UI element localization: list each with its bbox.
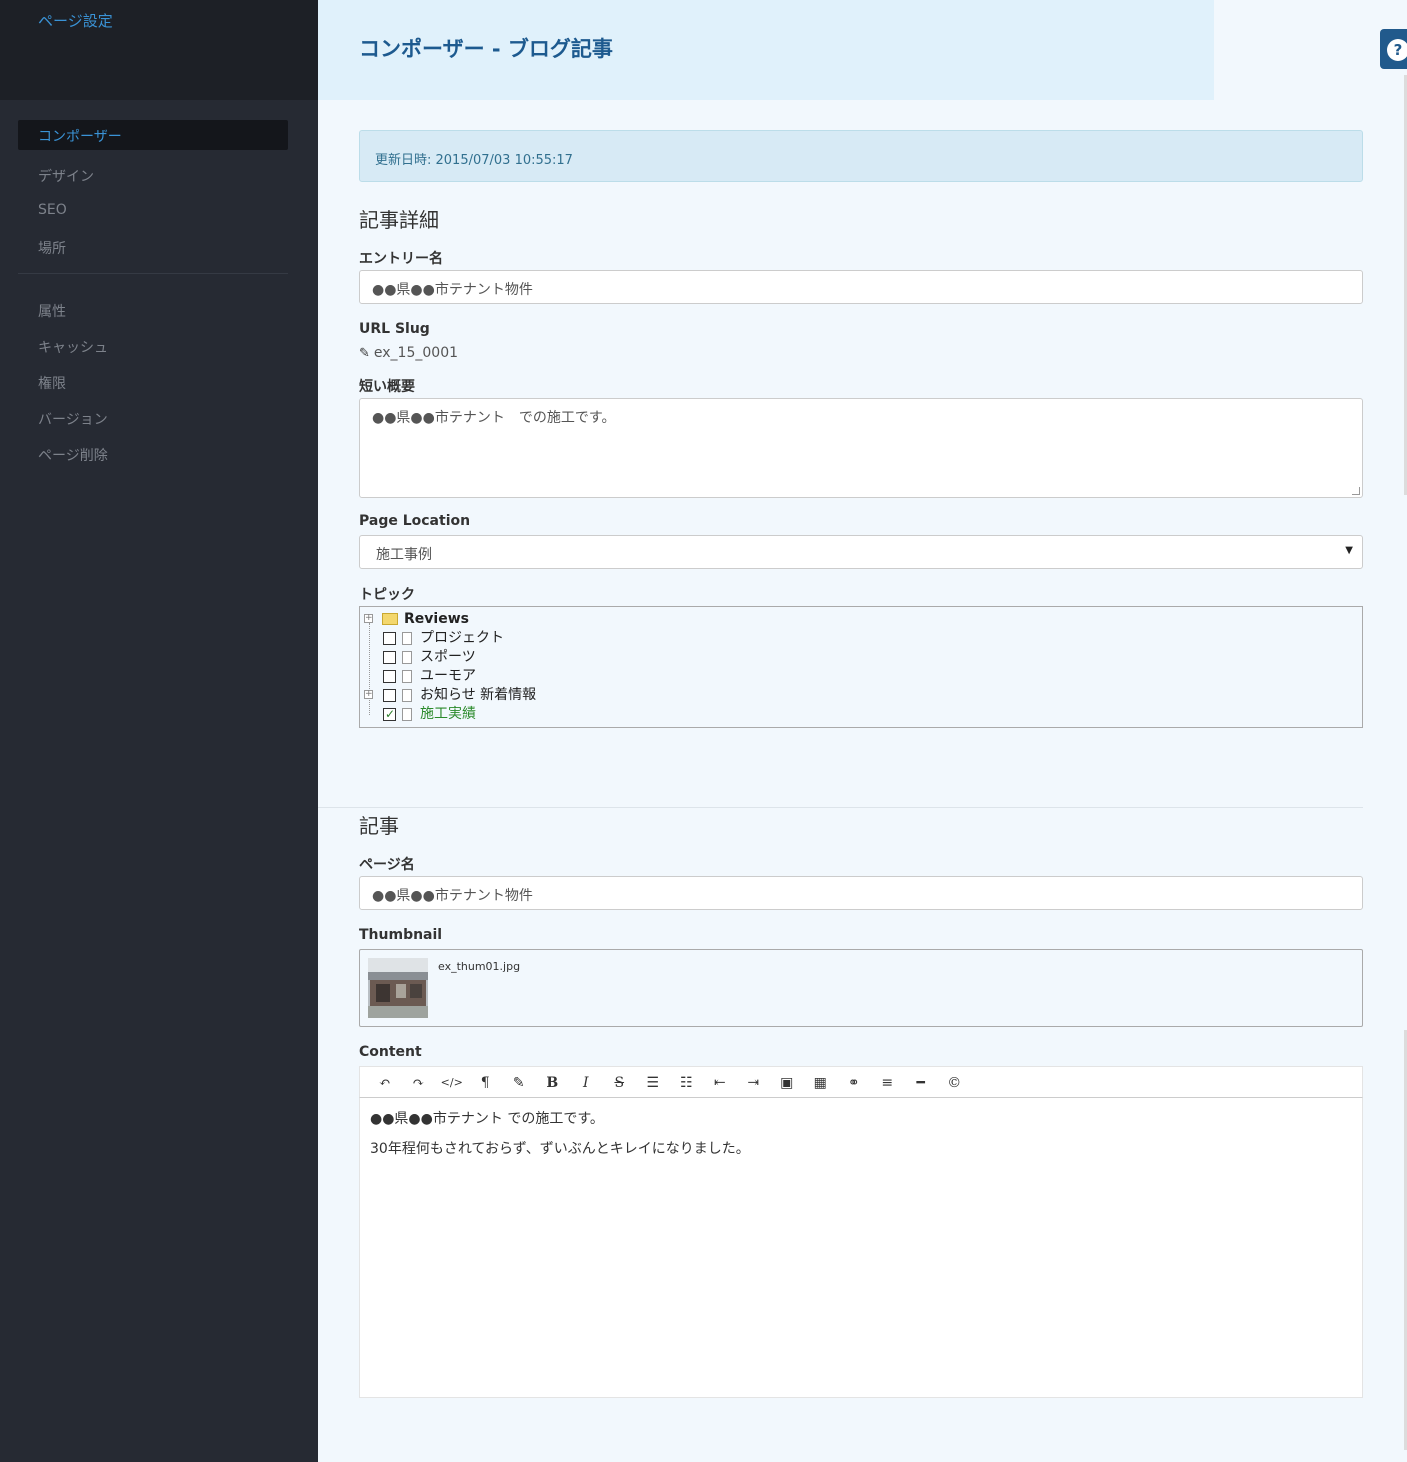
thumbnail-picker[interactable]: ex_thum01.jpg [359, 949, 1363, 1027]
help-icon: ? [1387, 39, 1407, 61]
copyright-icon[interactable]: © [938, 1073, 972, 1093]
url-slug-label: URL Slug [359, 321, 430, 337]
sidebar-item-seo[interactable]: SEO [18, 196, 288, 226]
indent-icon[interactable]: ⇥ [737, 1073, 771, 1093]
topic-item[interactable]: ユーモア [383, 667, 476, 685]
table-icon[interactable]: ▦ [804, 1073, 838, 1093]
editor-toolbar: ↶ ↷ </> ¶ ✎ B I S ☰ ☷ ⇤ ⇥ ▣ ▦ ⚭ ≡ ━ © [359, 1066, 1363, 1098]
document-icon [402, 631, 412, 645]
entry-name-label: エントリー名 [359, 251, 443, 267]
topic-item[interactable]: スポーツ [383, 648, 476, 666]
topic-checkbox[interactable] [383, 688, 396, 702]
redo-icon[interactable]: ↷ [402, 1073, 436, 1093]
thumbnail-filename: ex_thum01.jpg [438, 960, 521, 973]
content-paragraph: ●●県●●市テナント での施工です。 [370, 1111, 604, 1127]
topic-item[interactable]: 施工実績 [383, 705, 476, 723]
topic-tree: + Reviews プロジェクト スポーツ ユーモア + お知らせ 新着情報 施… [359, 606, 1363, 728]
sidebar-item-permissions[interactable]: 権限 [18, 367, 288, 397]
sidebar-item-versions[interactable]: バージョン [18, 403, 288, 433]
bold-icon[interactable]: B [536, 1073, 570, 1093]
topic-label: 施工実績 [420, 706, 476, 722]
page-name-input[interactable]: ●●県●●市テナント物件 [359, 876, 1363, 910]
help-button[interactable]: ? [1380, 29, 1407, 69]
expand-icon[interactable]: + [364, 614, 373, 623]
sidebar-divider [18, 273, 288, 274]
topic-checkbox[interactable] [383, 705, 396, 723]
tree-connector [369, 623, 370, 715]
topic-label: お知らせ 新着情報 [420, 687, 537, 703]
page-location-label: Page Location [359, 513, 471, 529]
sidebar-nav: コンポーザー デザイン SEO 場所 属性 キャッシュ 権限 バージョン ページ… [0, 100, 318, 469]
sidebar-title: ページ設定 [38, 12, 113, 30]
thumbnail-image [368, 958, 428, 1018]
topic-checkbox[interactable] [383, 631, 396, 645]
page-location-value: 施工事例 [376, 547, 432, 563]
details-heading: 記事詳細 [359, 208, 439, 232]
folder-icon [382, 613, 398, 625]
document-icon [402, 669, 412, 683]
topic-item[interactable]: お知らせ 新着情報 [383, 686, 536, 704]
topic-checkbox[interactable] [383, 650, 396, 664]
document-icon [402, 650, 412, 664]
code-icon[interactable]: </> [435, 1073, 469, 1093]
page-location-select[interactable]: 施工事例 ▼ [359, 535, 1363, 569]
sidebar-item-delete-page[interactable]: ページ削除 [18, 439, 288, 469]
url-slug-value: ex_15_0001 [373, 345, 459, 361]
entry-name-input[interactable]: ●●県●●市テナント物件 [359, 270, 1363, 304]
content-editor[interactable]: ●●県●●市テナント での施工です。 30年程何もされておらず、ずいぶんとキレイ… [359, 1098, 1363, 1398]
page-name-label: ページ名 [359, 857, 415, 873]
page-header: コンポーザー - ブログ記事 [318, 0, 1214, 100]
resize-handle[interactable] [1352, 487, 1360, 495]
short-summary-label: 短い概要 [359, 379, 415, 395]
undo-icon[interactable]: ↶ [368, 1073, 402, 1093]
document-icon [402, 688, 412, 702]
caret-down-icon: ▼ [1345, 545, 1353, 556]
topic-root[interactable]: Reviews [382, 610, 469, 628]
sidebar-header: ページ設定 [0, 0, 318, 100]
main-content: 更新日時: 2015/07/03 10:55:17 記事詳細 エントリー名 ●●… [359, 130, 1363, 1398]
align-icon[interactable]: ≡ [871, 1073, 905, 1093]
short-summary-textarea[interactable]: ●●県●●市テナント での施工です。 [359, 398, 1363, 498]
topics-label: トピック [359, 587, 415, 603]
content-label: Content [359, 1044, 422, 1060]
italic-icon[interactable]: I [569, 1073, 603, 1093]
topic-label: ユーモア [420, 668, 476, 684]
topic-root-label: Reviews [404, 611, 469, 627]
page-title: コンポーザー - ブログ記事 [359, 37, 613, 61]
format-brush-icon[interactable]: ✎ [502, 1073, 536, 1093]
thumbnail-label: Thumbnail [359, 927, 443, 943]
updated-alert: 更新日時: 2015/07/03 10:55:17 [359, 130, 1363, 182]
link-icon[interactable]: ⚭ [837, 1073, 871, 1093]
pencil-icon: ✎ [359, 346, 370, 361]
outdent-icon[interactable]: ⇤ [703, 1073, 737, 1093]
topic-label: スポーツ [420, 649, 476, 665]
document-icon [402, 707, 412, 721]
url-slug-edit[interactable]: ✎ ex_15_0001 [359, 341, 1363, 367]
topic-checkbox[interactable] [383, 669, 396, 683]
sidebar-item-composer[interactable]: コンポーザー [18, 120, 288, 150]
sidebar-item-design[interactable]: デザイン [18, 160, 288, 190]
short-summary-value: ●●県●●市テナント での施工です。 [372, 410, 616, 426]
strikethrough-icon[interactable]: S [603, 1073, 637, 1093]
topic-item[interactable]: プロジェクト [383, 629, 504, 647]
unordered-list-icon[interactable]: ☰ [636, 1073, 670, 1093]
article-heading: 記事 [359, 814, 399, 838]
horizontal-rule-icon[interactable]: ━ [904, 1073, 938, 1093]
sidebar-item-attributes[interactable]: 属性 [18, 295, 288, 325]
sidebar-item-location[interactable]: 場所 [18, 232, 288, 262]
ordered-list-icon[interactable]: ☷ [670, 1073, 704, 1093]
image-icon[interactable]: ▣ [770, 1073, 804, 1093]
content-paragraph: 30年程何もされておらず、ずいぶんとキレイになりました。 [370, 1141, 750, 1157]
sidebar-item-cache[interactable]: キャッシュ [18, 331, 288, 361]
topic-label: プロジェクト [420, 630, 504, 646]
paragraph-icon[interactable]: ¶ [469, 1073, 503, 1093]
expand-icon[interactable]: + [364, 690, 373, 699]
sidebar: ページ設定 コンポーザー デザイン SEO 場所 属性 キャッシュ 権限 バージ… [0, 0, 318, 1462]
